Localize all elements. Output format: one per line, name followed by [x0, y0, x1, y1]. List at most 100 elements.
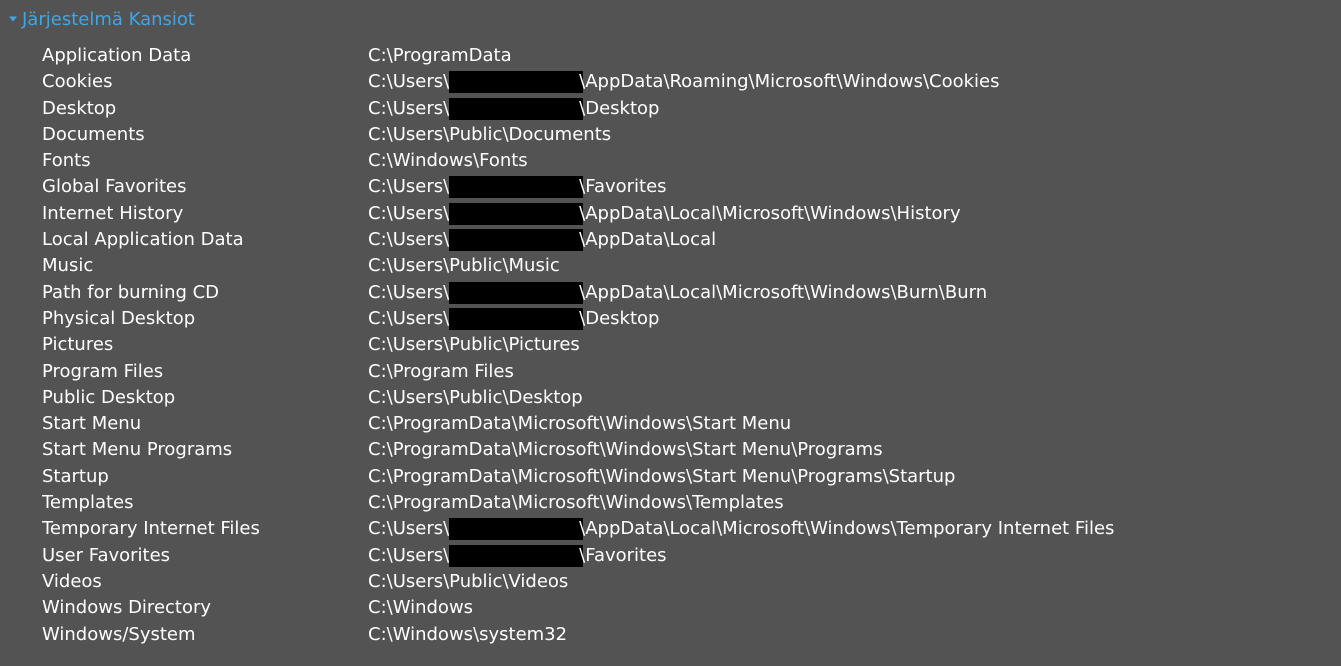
folder-row[interactable]: Local Application Data C:\Users\ \AppData\… — [42, 227, 1337, 253]
folder-row[interactable]: Startup C:\ProgramData\Microsoft\Windows\… — [42, 464, 1337, 490]
folder-row[interactable]: Documents C:\Users\Public\Documents — [42, 122, 1337, 148]
path-text: C:\Program Files — [368, 360, 514, 382]
folder-row[interactable]: User Favorites C:\Users\ \Favorites — [42, 543, 1337, 569]
path-text: C:\Users\Public\Pictures — [368, 334, 580, 356]
folder-path: C:\Users\ \Favorites — [368, 543, 1337, 569]
folder-row[interactable]: Pictures C:\Users\Public\Pictures — [42, 332, 1337, 358]
folder-name: Windows Directory — [42, 597, 212, 619]
folder-name: Videos — [42, 570, 102, 592]
folder-row[interactable]: Desktop C:\Users\ \Desktop — [42, 96, 1337, 122]
folder-row[interactable]: Windows Directory C:\Windows — [42, 595, 1337, 621]
path-text: C:\Users\Public\Desktop — [368, 386, 583, 408]
triangle-down-icon[interactable] — [6, 11, 20, 27]
folder-row[interactable]: Videos C:\Users\Public\Videos — [42, 569, 1337, 595]
folder-path: C:\Users\Public\Pictures — [368, 332, 1337, 358]
path-prefix: C:\Users\ — [368, 176, 450, 198]
folder-row[interactable]: Public Desktop C:\Users\Public\Desktop — [42, 385, 1337, 411]
redacted-username-block — [449, 202, 584, 225]
folder-path: C:\Users\Public\Desktop — [368, 385, 1337, 411]
folder-path: C:\ProgramData\Microsoft\Windows\Start M… — [368, 437, 1337, 463]
folder-path: C:\Windows — [368, 595, 1337, 621]
folder-name: Temporary Internet Files — [42, 518, 260, 540]
folder-row[interactable]: Fonts C:\Windows\Fonts — [42, 148, 1337, 174]
path-prefix: C:\Users\ — [368, 281, 450, 303]
folder-name: Windows/System — [42, 623, 196, 645]
path-prefix: C:\Users\ — [368, 71, 450, 93]
folder-name: Fonts — [42, 150, 91, 172]
folder-name: Global Favorites — [42, 176, 187, 198]
folder-name: Documents — [42, 123, 145, 145]
folder-path: C:\ProgramData\Microsoft\Windows\Start M… — [368, 464, 1337, 490]
folder-path: C:\Users\ \AppData\Roaming\Microsoft\Wind… — [368, 69, 1337, 95]
folder-name: Start Menu Programs — [42, 439, 233, 461]
path-text: C:\ProgramData\Microsoft\Windows\Templat… — [368, 492, 784, 514]
path-prefix: C:\Users\ — [368, 202, 450, 224]
folder-name: Cookies — [42, 71, 113, 93]
folder-path: C:\Users\Public\Videos — [368, 569, 1337, 595]
path-text: C:\Windows\system32 — [368, 623, 568, 645]
path-text: C:\Users\Public\Music — [368, 255, 560, 277]
folder-name: Internet History — [42, 202, 184, 224]
folder-row[interactable]: Windows/System C:\Windows\system32 — [42, 622, 1337, 648]
folder-name: Program Files — [42, 360, 164, 382]
path-text: C:\ProgramData\Microsoft\Windows\Start M… — [368, 439, 883, 461]
folder-row[interactable]: Start Menu C:\ProgramData\Microsoft\Windo… — [42, 411, 1337, 437]
redacted-username-block — [449, 97, 584, 120]
folder-path: C:\Users\ \AppData\Local\Microsoft\Window… — [368, 201, 1337, 227]
redacted-username-block — [449, 176, 584, 199]
redacted-username-block — [449, 518, 584, 541]
path-suffix: \AppData\Local\Microsoft\Windows\Burn\Bu… — [579, 281, 988, 303]
redacted-username-block — [449, 307, 584, 330]
folder-name: Application Data — [42, 45, 192, 66]
path-suffix: \AppData\Local — [579, 229, 717, 251]
folder-name: Pictures — [42, 334, 114, 356]
path-suffix: \Desktop — [579, 97, 660, 119]
path-prefix: C:\Users\ — [368, 544, 450, 566]
folder-path: C:\Users\ \AppData\Local\Microsoft\Window… — [368, 516, 1337, 542]
path-text: C:\ProgramData\Microsoft\Windows\Start M… — [368, 413, 792, 435]
folder-name: Startup — [42, 465, 109, 487]
folder-path: C:\ProgramData — [368, 43, 1337, 69]
path-suffix: \Favorites — [579, 544, 667, 566]
redacted-username-block — [449, 544, 584, 567]
folder-row[interactable]: Program Files C:\Program Files — [42, 359, 1337, 385]
folder-name: Public Desktop — [42, 386, 176, 408]
path-suffix: \AppData\Local\Microsoft\Windows\Tempora… — [579, 518, 1115, 540]
folder-path: C:\ProgramData\Microsoft\Windows\Templat… — [368, 490, 1337, 516]
folder-row[interactable]: Application Data C:\ProgramData — [42, 43, 1337, 69]
folder-name: Physical Desktop — [42, 307, 196, 329]
path-prefix: C:\Users\ — [368, 97, 450, 119]
folder-row[interactable]: Physical Desktop C:\Users\ \Desktop — [42, 306, 1337, 332]
folder-path: C:\Users\ \Desktop — [368, 306, 1337, 332]
folder-row[interactable]: Cookies C:\Users\ \AppData\Roaming\Microso… — [42, 69, 1337, 95]
folder-row[interactable]: Internet History C:\Users\ \AppData\Local\… — [42, 201, 1337, 227]
folder-name: Templates — [42, 492, 134, 514]
path-suffix: \AppData\Roaming\Microsoft\Windows\Cooki… — [579, 71, 1000, 93]
folder-row[interactable]: Start Menu Programs C:\ProgramData\Micros… — [42, 437, 1337, 463]
path-text: C:\ProgramData\Microsoft\Windows\Start M… — [368, 465, 956, 487]
path-suffix: \Desktop — [579, 307, 660, 329]
folder-path: C:\Windows\Fonts — [368, 148, 1337, 174]
folder-list: Application Data C:\ProgramData Cookies C:\… — [42, 43, 1337, 648]
folder-path: C:\Users\Public\Documents — [368, 122, 1337, 148]
folder-row[interactable]: Temporary Internet Files C:\Users\ \AppDat… — [42, 516, 1337, 542]
folder-row[interactable]: Music C:\Users\Public\Music — [42, 253, 1337, 279]
folder-name: Path for burning CD — [42, 281, 220, 303]
redacted-username-block — [449, 281, 584, 304]
folder-row[interactable]: Templates C:\ProgramData\Microsoft\Window… — [42, 490, 1337, 516]
path-text: C:\Users\Public\Documents — [368, 123, 612, 145]
folder-row[interactable]: Global Favorites C:\Users\ \Favorites — [42, 174, 1337, 200]
section-header[interactable]: Järjestelmä Kansiot — [6, 6, 195, 32]
path-text: C:\Windows — [368, 597, 474, 619]
folder-path: C:\Users\Public\Music — [368, 253, 1337, 279]
path-text: C:\ProgramData — [368, 45, 512, 66]
folder-name: Music — [42, 255, 94, 277]
folder-name: Desktop — [42, 97, 117, 119]
path-prefix: C:\Users\ — [368, 307, 450, 329]
folder-name: User Favorites — [42, 544, 171, 566]
path-prefix: C:\Users\ — [368, 518, 450, 540]
redacted-username-block — [449, 71, 584, 94]
folder-path: C:\Users\ \AppData\Local\Microsoft\Window… — [368, 280, 1337, 306]
folder-row[interactable]: Path for burning CD C:\Users\ \AppData\Loc… — [42, 280, 1337, 306]
folder-path: C:\Windows\system32 — [368, 622, 1337, 648]
